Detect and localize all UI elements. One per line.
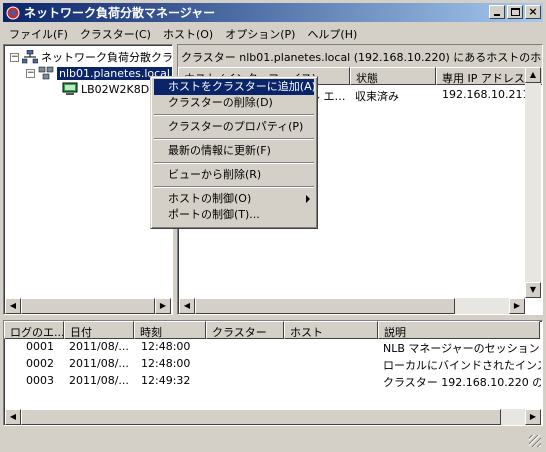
log-column-host[interactable]: ホスト (284, 321, 378, 339)
scroll-left-icon[interactable]: ◀ (179, 298, 195, 314)
log-entry-id: 0002 (26, 357, 54, 370)
menu-separator (154, 114, 314, 116)
host-row-status[interactable]: 収束済み (355, 88, 399, 104)
cluster-tree[interactable]: − ネットワーク負荷分散クラスター − nlb01.planetes.local… (3, 44, 173, 315)
log-row[interactable]: 0002 2011/08/... 12:48:00 ローカルにバインドされたイン… (4, 357, 542, 374)
log-entry-date: 2011/08/... (69, 357, 129, 370)
window-title: ネットワーク負荷分散マネージャー (24, 6, 216, 20)
minimize-icon (494, 14, 500, 16)
menu-item-host-control[interactable]: ホストの制御(O) (154, 191, 314, 207)
resize-grip-icon[interactable] (529, 435, 541, 447)
host-list-caption: クラスター nlb01.planetes.local (192.168.10.2… (178, 45, 542, 67)
close-button[interactable]: × (525, 5, 541, 19)
scroll-thumb[interactable] (21, 409, 501, 425)
menu-bar: ファイル(F) クラスター(C) ホスト(O) オプション(P) ヘルプ(H) (0, 24, 546, 43)
menu-item-port-control[interactable]: ポートの制御(T)... (154, 207, 314, 223)
log-entry-time: 12:49:32 (141, 374, 191, 387)
scroll-up-icon[interactable]: ▲ (525, 67, 541, 83)
network-icon (22, 50, 38, 64)
menu-help[interactable]: ヘルプ(H) (301, 24, 363, 44)
scroll-left-icon[interactable]: ◀ (5, 298, 21, 314)
submenu-arrow-icon (306, 195, 310, 203)
host-list-vertical-scrollbar[interactable]: ▲ ▼ (525, 67, 541, 298)
menu-item-host-control-label: ホストの制御(O) (168, 192, 252, 205)
log-entry-time: 12:48:00 (141, 340, 191, 353)
menu-separator (154, 162, 314, 164)
log-pane: ログのエ... 日付 時刻 クラスター ホスト 説明 0001 2011/08/… (3, 320, 543, 426)
column-header-status[interactable]: 状態 (350, 67, 436, 85)
menu-item-refresh[interactable]: 最新の情報に更新(F) (154, 143, 314, 159)
tree-host-label: LB02W2K8D (81, 82, 150, 96)
host-row-ip[interactable]: 192.168.10.211 (442, 88, 529, 101)
collapse-icon[interactable]: − (26, 68, 35, 78)
computer-icon (62, 82, 78, 96)
tree-host[interactable]: LB02W2K8D (62, 81, 149, 97)
scroll-down-icon[interactable]: ▼ (525, 282, 541, 298)
log-entry-id: 0001 (26, 340, 54, 353)
log-entry-date: 2011/08/... (69, 374, 129, 387)
log-column-time[interactable]: 時刻 (134, 321, 206, 339)
log-entry-description: クラスター 192.168.10.220 のホスト (383, 376, 541, 389)
menu-item-remove-from-view[interactable]: ビューから削除(R) (154, 167, 314, 183)
log-column-description[interactable]: 説明 (378, 321, 540, 339)
tree-root-label: ネットワーク負荷分散クラスター (41, 51, 173, 64)
nlb-app-icon (5, 5, 21, 21)
tree-horizontal-scrollbar[interactable]: ◀ ▶ (5, 298, 171, 314)
scroll-thumb[interactable] (21, 298, 155, 314)
menu-separator (154, 138, 314, 140)
log-row[interactable]: 0003 2011/08/... 12:49:32 クラスター 192.168.… (4, 374, 542, 391)
status-bar (3, 431, 543, 449)
host-list-horizontal-scrollbar[interactable]: ◀ ▶ (179, 298, 525, 314)
close-icon: × (528, 5, 538, 18)
log-row[interactable]: 0001 2011/08/... 12:48:00 NLB マネージャーのセッシ… (4, 340, 542, 357)
log-entry-date: 2011/08/... (69, 340, 129, 353)
cluster-icon (38, 66, 54, 80)
log-entry-id: 0003 (26, 374, 54, 387)
menu-item-delete-cluster[interactable]: クラスターの削除(D) (154, 95, 314, 111)
menu-item-add-host[interactable]: ホストをクラスターに追加(A) (154, 79, 316, 95)
scroll-right-icon[interactable]: ▶ (155, 298, 171, 314)
log-column-cluster[interactable]: クラスター (206, 321, 284, 339)
maximize-button[interactable] (507, 5, 523, 19)
nlb-manager-window: ネットワーク負荷分散マネージャー × ファイル(F) クラスター(C) ホスト(… (0, 0, 546, 452)
menu-cluster[interactable]: クラスター(C) (74, 24, 157, 44)
menu-file[interactable]: ファイル(F) (3, 24, 74, 44)
menu-item-cluster-properties[interactable]: クラスターのプロパティ(P) (154, 119, 314, 135)
log-horizontal-scrollbar[interactable]: ◀ ▶ (5, 409, 541, 425)
log-entry-description: ローカルにバインドされたインスタンスが (383, 359, 541, 372)
tree-root[interactable]: − ネットワーク負荷分散クラスター (10, 49, 173, 65)
menu-separator (154, 186, 314, 188)
log-entry-time: 12:48:00 (141, 357, 191, 370)
log-column-date[interactable]: 日付 (64, 321, 134, 339)
menu-host[interactable]: ホスト(O) (157, 24, 219, 44)
scroll-thumb[interactable] (195, 298, 455, 314)
minimize-button[interactable] (489, 5, 505, 19)
menu-options[interactable]: オプション(P) (219, 24, 301, 44)
scroll-right-icon[interactable]: ▶ (525, 409, 541, 425)
log-column-entry[interactable]: ログのエ... (4, 321, 64, 339)
title-bar[interactable]: ネットワーク負荷分散マネージャー × (3, 3, 543, 22)
scroll-left-icon[interactable]: ◀ (5, 409, 21, 425)
collapse-icon[interactable]: − (10, 52, 19, 62)
cluster-context-menu: ホストをクラスターに追加(A) クラスターの削除(D) クラスターのプロパティ(… (150, 76, 318, 229)
scroll-right-icon[interactable]: ▶ (509, 298, 525, 314)
maximize-icon (511, 8, 520, 16)
log-entry-description: NLB マネージャーのセッションを開始しました (383, 342, 541, 355)
